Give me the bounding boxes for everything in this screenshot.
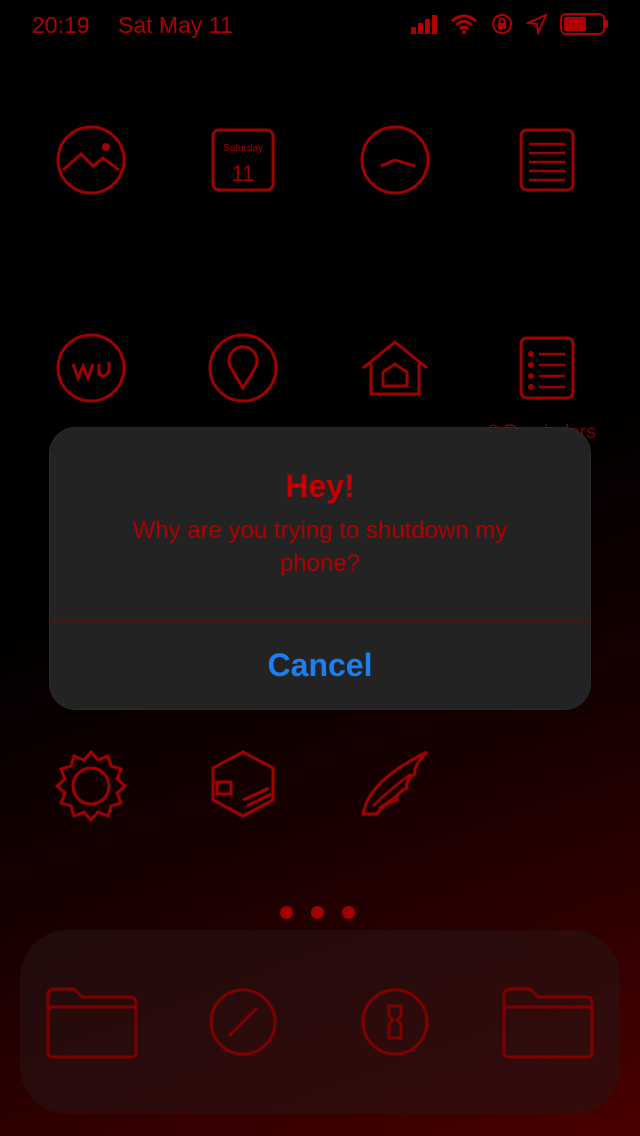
notes-icon[interactable] xyxy=(507,120,587,200)
cydia-box-icon[interactable] xyxy=(203,744,283,824)
rotation-lock-icon xyxy=(492,14,512,34)
1password-icon[interactable] xyxy=(355,982,435,1062)
alert-message: Why are you trying to shutdown my phone? xyxy=(132,517,508,577)
page-dot[interactable] xyxy=(311,906,324,919)
folder-icon[interactable] xyxy=(44,983,140,1063)
folder-icon[interactable] xyxy=(500,983,596,1063)
calendar-weekday: Saturday xyxy=(222,143,264,154)
page-dot[interactable] xyxy=(280,906,293,919)
photos-icon[interactable] xyxy=(51,120,131,200)
location-icon xyxy=(526,13,548,35)
clock-icon[interactable] xyxy=(355,120,435,200)
status-time: 20:19 xyxy=(32,12,90,38)
alert-title: Hey! xyxy=(285,468,355,504)
weather-underground-icon[interactable] xyxy=(51,328,131,408)
signal-icon xyxy=(411,15,437,34)
alert-dialog: Hey! Why are you trying to shutdown my p… xyxy=(50,428,590,709)
settings-icon[interactable] xyxy=(51,744,131,824)
home-icon[interactable] xyxy=(355,328,435,408)
reminders-icon[interactable] xyxy=(507,328,587,408)
battery-icon xyxy=(560,13,608,35)
safari-icon[interactable] xyxy=(203,982,283,1062)
status-bar: 20:19 Sat May 11 xyxy=(0,10,640,40)
maps-icon[interactable] xyxy=(203,328,283,408)
status-right xyxy=(410,12,610,36)
calendar-day: 11 xyxy=(231,161,255,186)
page-indicator[interactable] xyxy=(280,906,355,919)
status-date: Sat May 11 xyxy=(118,12,233,38)
wing-icon[interactable] xyxy=(355,744,435,824)
page-dot[interactable] xyxy=(342,906,355,919)
cancel-button[interactable]: Cancel xyxy=(50,621,590,709)
calendar-icon[interactable]: Saturday 11 xyxy=(203,120,283,200)
wifi-icon xyxy=(451,14,477,34)
